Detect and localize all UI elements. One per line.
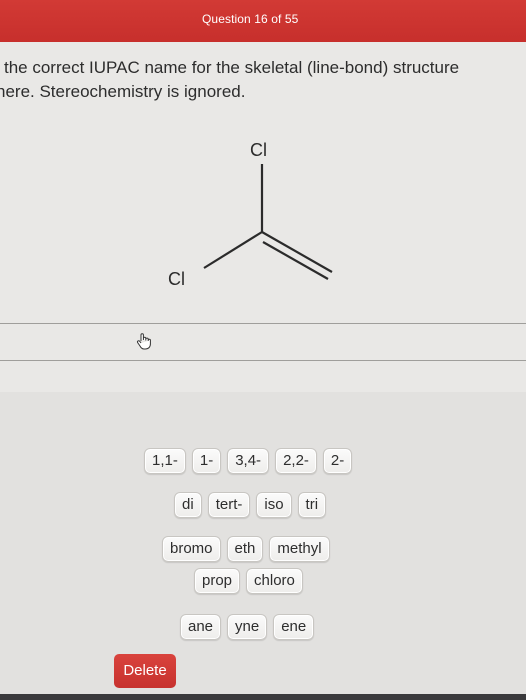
bond-to-chlorine xyxy=(203,231,263,269)
tile-ane[interactable]: ane xyxy=(180,614,222,640)
answer-bottom-divider xyxy=(0,360,526,361)
tile-row-roots: prop chloro xyxy=(194,568,303,594)
double-bond-inner xyxy=(262,241,329,280)
tile-row-suffixes: ane yne ene xyxy=(180,614,315,640)
tile-row-locants: 1,1- 1- 3,4- 2,2- 2- xyxy=(144,448,353,474)
prompt-line-2: here. Stereochemistry is ignored. xyxy=(0,82,246,101)
tile-1-1[interactable]: 1,1- xyxy=(144,448,186,474)
skeletal-structure: Cl Cl xyxy=(168,140,333,289)
prompt-line-1: the correct IUPAC name for the skeletal … xyxy=(4,58,460,77)
screen-bottom-edge xyxy=(0,694,526,700)
tile-bromo[interactable]: bromo xyxy=(162,536,221,562)
tile-row-substituents: bromo eth methyl xyxy=(162,536,330,562)
tile-yne[interactable]: yne xyxy=(227,614,268,640)
tile-di[interactable]: di xyxy=(174,492,202,518)
question-header: Question 16 of 55 xyxy=(0,0,526,42)
tile-methyl[interactable]: methyl xyxy=(269,536,330,562)
tile-2-2[interactable]: 2,2- xyxy=(275,448,317,474)
tile-tert[interactable]: tert- xyxy=(207,492,251,518)
delete-button[interactable]: Delete xyxy=(114,654,176,688)
answer-input[interactable] xyxy=(0,324,526,360)
tile-tri[interactable]: tri xyxy=(297,492,327,518)
question-counter: Question 16 of 55 xyxy=(202,12,299,26)
double-bond-outer xyxy=(261,231,333,273)
tile-1[interactable]: 1- xyxy=(191,448,222,474)
tile-row-prefixes: di tert- iso tri xyxy=(174,492,327,518)
question-prompt: the correct IUPAC name for the skeletal … xyxy=(0,56,524,104)
tile-2[interactable]: 2- xyxy=(322,448,353,474)
chlorine-atom-top: Cl xyxy=(250,140,267,160)
tile-prop[interactable]: prop xyxy=(194,568,241,594)
hand-pointer-icon xyxy=(137,333,151,350)
tile-3-4[interactable]: 3,4- xyxy=(227,448,270,474)
tile-eth[interactable]: eth xyxy=(226,536,264,562)
tile-ene[interactable]: ene xyxy=(273,614,315,640)
tile-iso[interactable]: iso xyxy=(256,492,292,518)
tile-chloro[interactable]: chloro xyxy=(246,568,303,594)
chlorine-atom-left: Cl xyxy=(168,269,185,289)
